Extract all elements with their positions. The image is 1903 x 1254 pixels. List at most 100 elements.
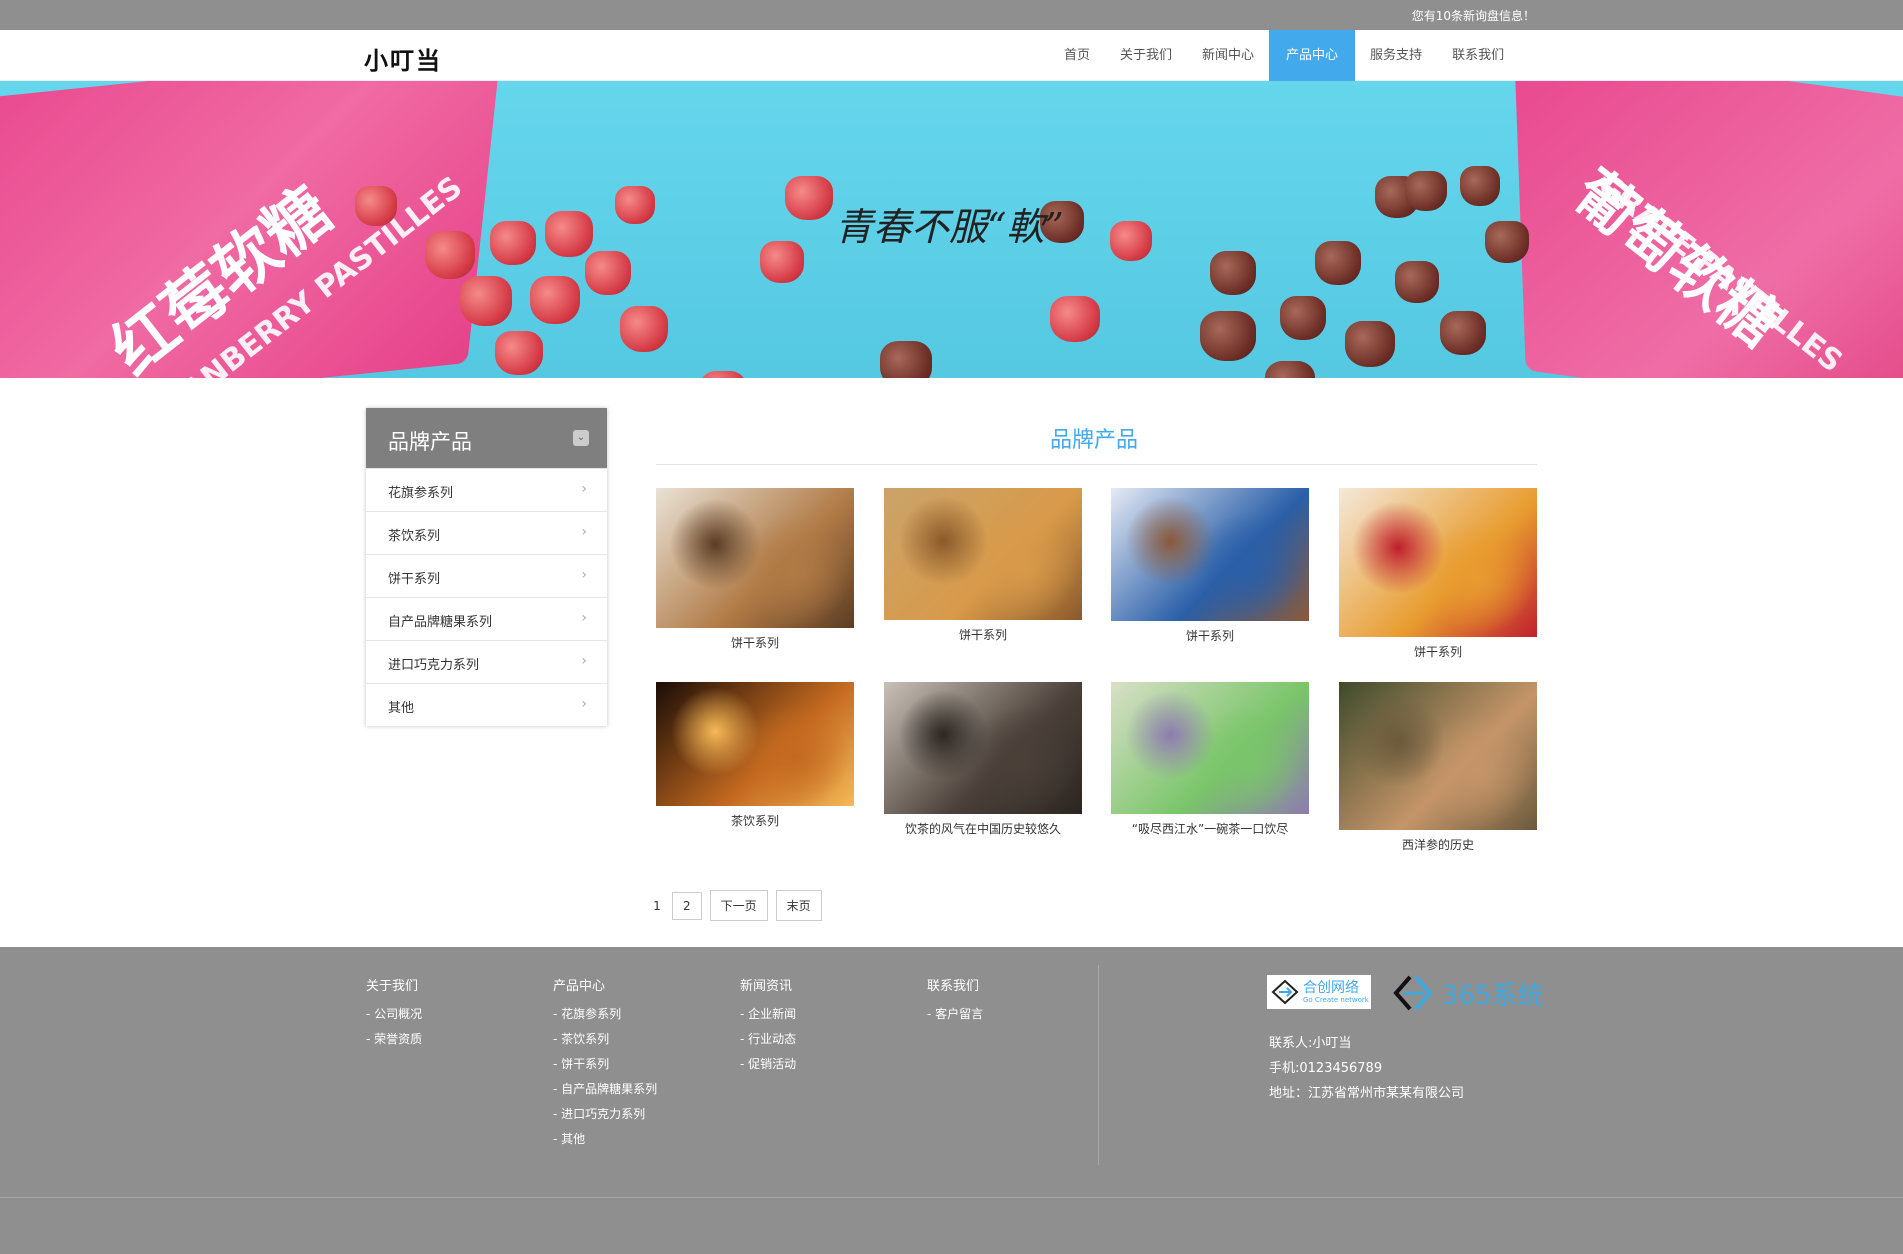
candy-image <box>1405 171 1447 211</box>
product-image[interactable] <box>884 488 1082 620</box>
sidebar-item-label: 进口巧克力系列 <box>388 658 480 673</box>
sidebar-item-ginseng[interactable]: 花旗参系列 › <box>366 468 607 511</box>
chevron-right-icon: › <box>581 481 587 497</box>
product-caption[interactable]: 饼干系列 <box>1111 627 1309 644</box>
nav-home[interactable]: 首页 <box>1049 30 1105 81</box>
banner-slogan: 青春不服“軟” <box>835 205 1064 249</box>
nav-services[interactable]: 服务支持 <box>1355 30 1437 81</box>
product-card[interactable]: 饼干系列 <box>884 488 1082 643</box>
product-category-sidebar: 品牌产品 ⌄ 花旗参系列 › 茶饮系列 › 饼干系列 › 自产品牌糖果系列 › … <box>366 408 607 726</box>
product-caption[interactable]: 饼干系列 <box>884 626 1082 643</box>
site-logo[interactable]: 小叮当 <box>364 41 442 76</box>
product-card[interactable]: “吸尽西江水”一碗茶一口饮尽 <box>1111 682 1309 837</box>
footer-link[interactable]: - 行业动态 <box>740 1027 796 1052</box>
footer-col-about: 关于我们 - 公司概况 - 荣誉资质 <box>366 975 422 1052</box>
chevron-right-icon: › <box>581 653 587 669</box>
product-image[interactable] <box>1339 682 1537 830</box>
contact-address: 地址：江苏省常州市某某有限公司 <box>1269 1086 1465 1101</box>
contact-person: 联系人:小叮当 <box>1269 1036 1352 1051</box>
hero-banner: 红莓软糖 CRANBERRY PASTILLES 葡萄软糖 GRAPE PAST… <box>0 81 1903 378</box>
footer-col-contact: 联系我们 - 客户留言 <box>927 975 983 1027</box>
candy-image <box>495 331 543 375</box>
footer-link[interactable]: - 自产品牌糖果系列 <box>553 1077 657 1102</box>
product-image[interactable] <box>884 682 1082 814</box>
logo1-subtitle: Go Create network <box>1303 995 1369 1004</box>
candy-image <box>1265 361 1315 378</box>
candy-image <box>1210 251 1256 295</box>
site-footer: 关于我们 - 公司概况 - 荣誉资质 产品中心 - 花旗参系列 - 茶饮系列 -… <box>0 947 1903 1254</box>
footer-col-title[interactable]: 联系我们 <box>927 975 983 994</box>
candy-image <box>1395 261 1439 303</box>
title-divider <box>656 464 1537 465</box>
gocreate-logo: 合创网络 Go Create network <box>1267 975 1371 1009</box>
chevron-right-icon: › <box>581 524 587 540</box>
candy-image <box>585 251 631 295</box>
footer-col-title[interactable]: 产品中心 <box>553 975 657 994</box>
product-card[interactable]: 西洋参的历史 <box>1339 682 1537 853</box>
footer-link[interactable]: - 企业新闻 <box>740 1002 796 1027</box>
candy-image <box>1050 296 1100 342</box>
nav-news[interactable]: 新闻中心 <box>1187 30 1269 81</box>
product-card[interactable]: 饮茶的风气在中国历史较悠久 <box>884 682 1082 837</box>
product-image[interactable] <box>1111 488 1309 621</box>
footer-link[interactable]: - 公司概况 <box>366 1002 422 1027</box>
product-caption[interactable]: 茶饮系列 <box>656 812 854 829</box>
chevron-right-icon: › <box>581 610 587 626</box>
last-page-button[interactable]: 末页 <box>775 890 822 921</box>
footer-col-title[interactable]: 关于我们 <box>366 975 422 994</box>
footer-col-title[interactable]: 新闻资讯 <box>740 975 796 994</box>
sidebar-item-tea[interactable]: 茶饮系列 › <box>366 511 607 554</box>
diamond-arrow-icon <box>1271 979 1299 1005</box>
product-card[interactable]: 茶饮系列 <box>656 682 854 829</box>
nav-products[interactable]: 产品中心 <box>1269 30 1356 81</box>
product-card[interactable]: 饼干系列 <box>656 488 854 651</box>
footer-link[interactable]: - 饼干系列 <box>553 1052 657 1077</box>
product-image[interactable] <box>1339 488 1537 637</box>
candy-image <box>760 241 804 283</box>
product-card[interactable]: 饼干系列 <box>1111 488 1309 644</box>
sidebar-item-chocolate[interactable]: 进口巧克力系列 › <box>366 640 607 683</box>
content-title: 品牌产品 <box>1050 428 1139 453</box>
footer-link[interactable]: - 茶饮系列 <box>553 1027 657 1052</box>
sidebar-header: 品牌产品 ⌄ <box>366 408 607 468</box>
inquiry-notice-link[interactable]: 您有10条新询盘信息！ <box>1412 7 1535 24</box>
footer-col-products: 产品中心 - 花旗参系列 - 茶饮系列 - 饼干系列 - 自产品牌糖果系列 - … <box>553 975 657 1152</box>
product-caption[interactable]: 饼干系列 <box>656 634 854 651</box>
candy-image <box>1485 221 1529 263</box>
page-2-button[interactable]: 2 <box>672 891 702 920</box>
candy-image <box>1110 221 1152 261</box>
footer-link[interactable]: - 进口巧克力系列 <box>553 1102 657 1127</box>
product-caption[interactable]: “吸尽西江水”一碗茶一口饮尽 <box>1111 820 1309 837</box>
product-caption[interactable]: 饼干系列 <box>1339 643 1537 660</box>
sidebar-item-biscuits[interactable]: 饼干系列 › <box>366 554 607 597</box>
footer-col-news: 新闻资讯 - 企业新闻 - 行业动态 - 促销活动 <box>740 975 796 1077</box>
product-image[interactable] <box>656 488 854 628</box>
product-image[interactable] <box>656 682 854 806</box>
product-image[interactable] <box>1111 682 1309 814</box>
candy-image <box>1200 311 1256 361</box>
candy-image <box>1460 166 1500 206</box>
footer-link[interactable]: - 花旗参系列 <box>553 1002 657 1027</box>
nav-about[interactable]: 关于我们 <box>1105 30 1187 81</box>
footer-link[interactable]: - 促销活动 <box>740 1052 796 1077</box>
candy-image <box>1345 321 1395 367</box>
footer-link[interactable]: - 其他 <box>553 1127 657 1152</box>
chevron-right-icon: › <box>581 567 587 583</box>
candy-image <box>620 306 668 352</box>
nav-contact[interactable]: 联系我们 <box>1437 30 1519 81</box>
footer-link[interactable]: - 客户留言 <box>927 1002 983 1027</box>
footer-link[interactable]: - 荣誉资质 <box>366 1027 422 1052</box>
product-card[interactable]: 饼干系列 <box>1339 488 1537 660</box>
product-caption[interactable]: 饮茶的风气在中国历史较悠久 <box>884 820 1082 837</box>
sidebar-item-other[interactable]: 其他 › <box>366 683 607 726</box>
candy-image <box>545 211 593 257</box>
candy-image <box>355 186 397 226</box>
next-page-button[interactable]: 下一页 <box>709 890 768 921</box>
footer-contact-info: 联系人:小叮当 手机:0123456789 地址：江苏省常州市某某有限公司 <box>1269 1031 1464 1106</box>
sidebar-item-candy[interactable]: 自产品牌糖果系列 › <box>366 597 607 640</box>
chevron-down-icon[interactable]: ⌄ <box>573 430 589 446</box>
contact-phone: 手机:0123456789 <box>1269 1061 1383 1076</box>
product-caption[interactable]: 西洋参的历史 <box>1339 836 1537 853</box>
candy-image <box>1280 296 1326 340</box>
pagination: 1 2 下一页 末页 <box>650 890 822 921</box>
